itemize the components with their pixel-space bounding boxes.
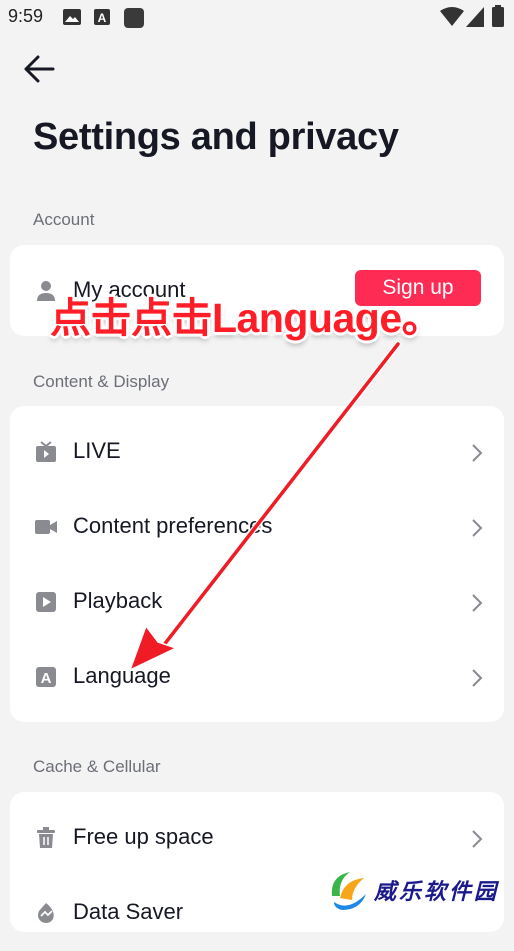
annotation-text: 点击点击Language。 <box>50 295 443 341</box>
play-icon <box>36 592 56 612</box>
back-arrow-icon[interactable] <box>22 54 56 84</box>
language-icon: A <box>36 667 56 687</box>
settings-item-label: LIVE <box>73 438 121 463</box>
data-saver-icon <box>38 903 54 923</box>
settings-item-language[interactable]: A Language <box>10 640 504 715</box>
chevron-right-icon <box>472 830 483 848</box>
page-title: Settings and privacy <box>33 116 399 158</box>
battery-icon <box>492 5 504 27</box>
chevron-right-icon <box>472 519 483 537</box>
content-display-card: LIVE Content preferences Playback A Lang… <box>10 406 504 722</box>
settings-item-label: Playback <box>73 588 163 613</box>
settings-item-label: Content preferences <box>73 513 273 538</box>
app-square-icon <box>124 8 144 28</box>
trash-icon <box>37 827 55 848</box>
settings-item-content-preferences[interactable]: Content preferences <box>10 490 504 565</box>
section-label-content-display: Content & Display <box>33 372 170 391</box>
chevron-right-icon <box>472 594 483 612</box>
gallery-icon <box>63 9 81 25</box>
watermark-logo <box>331 872 366 910</box>
watermark: 威乐软件园 <box>322 864 514 916</box>
settings-item-label: Language <box>73 663 171 688</box>
status-bar: 9:59 A <box>0 0 514 34</box>
status-time: 9:59 <box>8 6 44 26</box>
section-label-account: Account <box>33 210 95 229</box>
signal-icon <box>466 7 484 27</box>
font-a-icon: A <box>94 9 110 25</box>
watermark-text: 威乐软件园 <box>374 879 500 905</box>
svg-text:A: A <box>98 11 107 25</box>
settings-item-playback[interactable]: Playback <box>10 565 504 640</box>
settings-item-live[interactable]: LIVE <box>10 415 504 490</box>
chevron-right-icon <box>472 669 483 687</box>
svg-text:A: A <box>41 670 52 687</box>
settings-item-label: Data Saver <box>73 899 184 924</box>
section-label-cache-cellular: Cache & Cellular <box>33 757 161 776</box>
wifi-icon <box>440 7 464 26</box>
chevron-right-icon <box>472 444 483 462</box>
video-camera-icon <box>35 520 57 534</box>
live-tv-icon <box>36 441 56 462</box>
settings-item-label: Free up space <box>73 824 214 849</box>
